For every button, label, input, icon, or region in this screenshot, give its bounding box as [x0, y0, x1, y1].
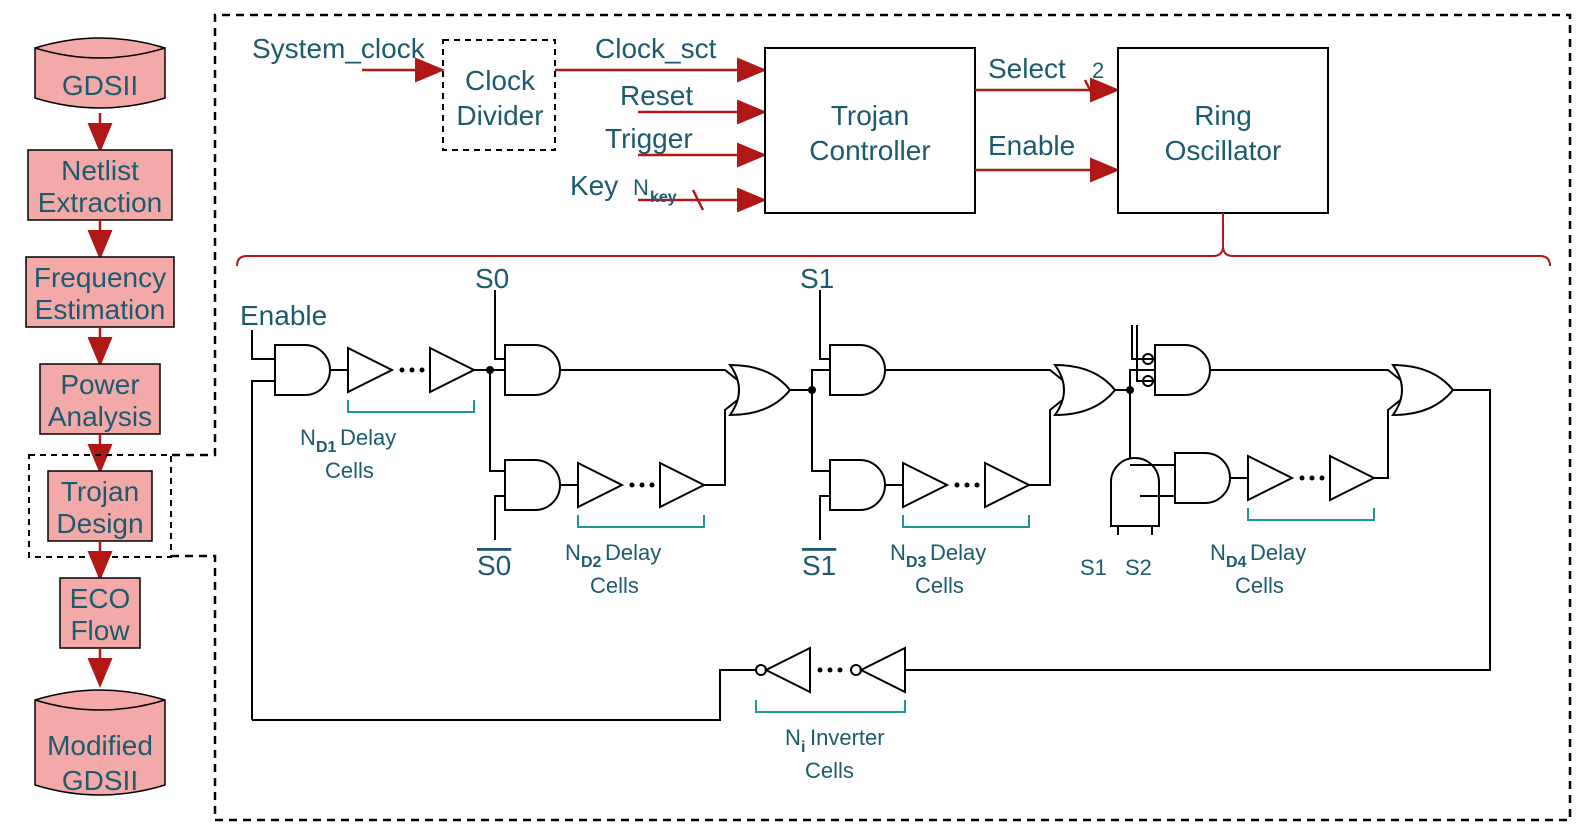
and-gate-s0-bot: [505, 460, 560, 510]
gdsii-label: GDSII: [62, 70, 138, 101]
clock-sct-label: Clock_sct: [595, 33, 717, 64]
nd4-n: N: [1210, 540, 1226, 565]
nd1-bracket: [348, 400, 474, 412]
buffer-nd3-b: [985, 463, 1029, 507]
nd3-n: N: [890, 540, 906, 565]
and-gate-s1-top: [830, 345, 885, 395]
modified-gdsii-cylinder: Modified GDSII: [35, 690, 165, 796]
gdsii-cylinder: GDSII: [35, 38, 165, 108]
ni-n: N: [785, 725, 801, 750]
nd2-cells: Cells: [590, 573, 639, 598]
clock-divider-label-b: Divider: [456, 100, 543, 131]
nand-s2-label: S2: [1125, 555, 1152, 580]
freq-label-b: Estimation: [35, 294, 166, 325]
nd4-sub: D4: [1226, 554, 1247, 571]
select-label: Select: [988, 53, 1066, 84]
reset-label: Reset: [620, 80, 693, 111]
mgdsii-label-b: GDSII: [62, 765, 138, 796]
power-label-b: Analysis: [48, 401, 152, 432]
eco-label-b: Flow: [70, 615, 130, 646]
buffer-nd2-a: [578, 463, 622, 507]
s1-label: S1: [800, 263, 834, 294]
buffer-nd1-b: [430, 348, 474, 392]
nkey-n: N: [633, 175, 649, 200]
nd2-sub: D2: [581, 554, 602, 571]
key-label: Key: [570, 170, 618, 201]
nd1-n: N: [300, 425, 316, 450]
nd4-bracket: [1248, 508, 1374, 520]
clock-divider-label-a: Clock: [465, 65, 536, 96]
enable-out-label: Enable: [988, 130, 1075, 161]
netlist-label-b: Extraction: [38, 187, 163, 218]
nand-gate-s1s2: [1111, 458, 1159, 526]
nd2-n: N: [565, 540, 581, 565]
and-gate-stage3-bot: [1175, 453, 1230, 503]
and-gate-s0-top: [505, 345, 560, 395]
ni-sub: i: [801, 739, 805, 756]
trojan-label-a: Trojan: [61, 476, 139, 507]
nd3-sub: D3: [906, 554, 927, 571]
power-label-a: Power: [60, 369, 139, 400]
and-gate-s1-bot: [830, 460, 885, 510]
inverter-ni-b: [766, 648, 810, 692]
mgdsii-label-a: Modified: [47, 730, 153, 761]
nd1-cells: Cells: [325, 458, 374, 483]
or-gate-2: [1055, 365, 1115, 415]
nd1-sub: D1: [316, 439, 337, 456]
buffer-nd4-b: [1330, 456, 1374, 500]
flowchart: GDSII Netlist Extraction Frequency Estim…: [26, 38, 174, 796]
and-gate-stage3-top: [1155, 345, 1210, 395]
nkey-sub: key: [650, 189, 677, 206]
ni-cells: Cells: [805, 758, 854, 783]
s0-label: S0: [475, 263, 509, 294]
and-gate-enable: [275, 345, 330, 395]
trojan-ctrl-label-a: Trojan: [831, 100, 909, 131]
ni-inverter: Inverter: [810, 725, 885, 750]
nd2-delay: Delay: [605, 540, 661, 565]
ni-bracket: [756, 700, 905, 712]
nd3-delay: Delay: [930, 540, 986, 565]
nd3-bracket: [903, 515, 1029, 527]
netlist-label-a: Netlist: [61, 155, 139, 186]
select-bits-label: 2: [1092, 58, 1104, 83]
ring-label-a: Ring: [1194, 100, 1252, 131]
nd2-bracket: [578, 515, 704, 527]
nd1-delay: Delay: [340, 425, 396, 450]
ring-oscillator-bracket: [237, 213, 1550, 266]
trojan-ctrl-label-b: Controller: [809, 135, 930, 166]
freq-label-a: Frequency: [34, 262, 166, 293]
ring-label-b: Oscillator: [1165, 135, 1282, 166]
trigger-label: Trigger: [605, 123, 693, 154]
enable-label: Enable: [240, 300, 327, 331]
buffer-nd2-b: [660, 463, 704, 507]
nd4-cells: Cells: [1235, 573, 1284, 598]
nand-s1-label: S1: [1080, 555, 1107, 580]
nd4-delay: Delay: [1250, 540, 1306, 565]
or-gate-1: [730, 365, 790, 415]
buffer-nd3-a: [903, 463, 947, 507]
nd3-cells: Cells: [915, 573, 964, 598]
buffer-nd4-a: [1248, 456, 1292, 500]
ring-oscillator-circuit: Enable N D1 Delay Cells S0 S0 N D2 Delay…: [240, 263, 1490, 783]
or-gate-3: [1393, 365, 1453, 415]
eco-label-a: ECO: [70, 583, 131, 614]
top-blocks: System_clock Clock Divider Clock_sct Res…: [237, 33, 1550, 266]
s0-bar-label: S0: [477, 550, 511, 581]
inverter-ni-a: [861, 648, 905, 692]
buffer-nd1-a: [348, 348, 392, 392]
system-clock-label: System_clock: [252, 33, 426, 64]
s1-bar-label: S1: [802, 550, 836, 581]
trojan-label-b: Design: [56, 508, 143, 539]
